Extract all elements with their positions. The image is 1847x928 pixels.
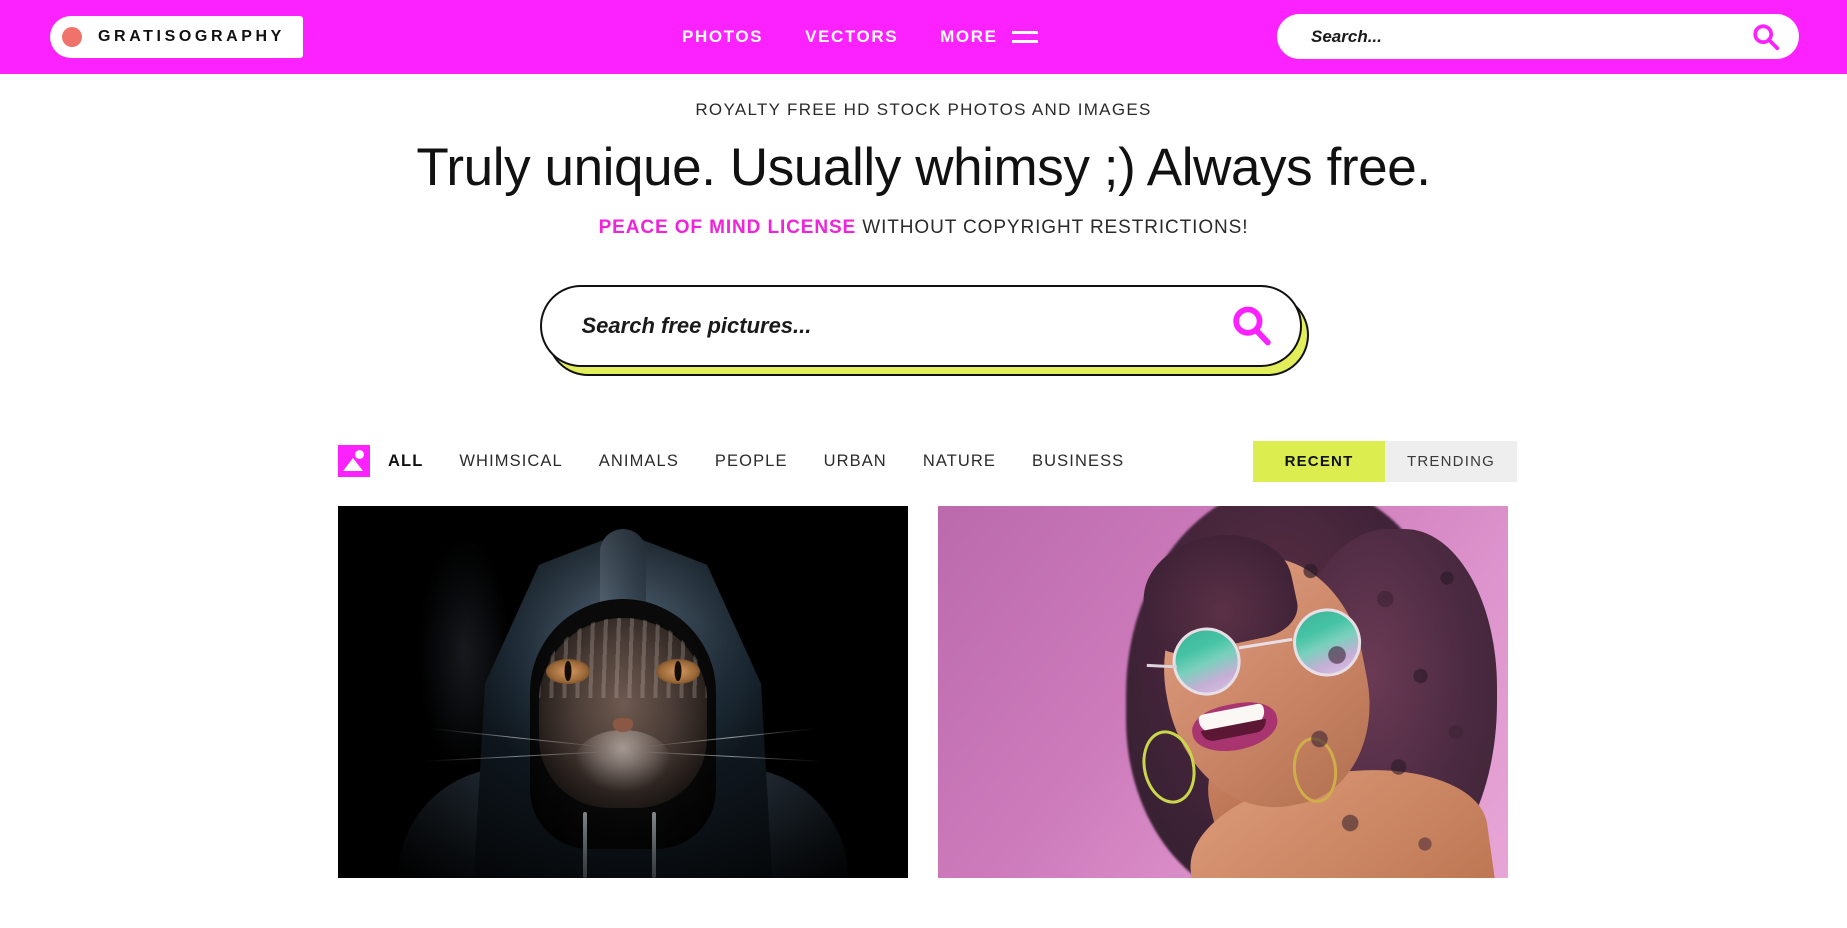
gallery-card-woman-sunglasses[interactable] [938, 506, 1508, 879]
category-whimsical[interactable]: WHIMSICAL [441, 452, 580, 471]
peace-of-mind-license-link[interactable]: PEACE OF MIND LICENSE [599, 217, 856, 238]
nav-item-more-wrap: MORE [940, 27, 1038, 47]
sort-toggle: RECENT TRENDING [1253, 440, 1517, 482]
hero-section: ROYALTY FREE HD STOCK PHOTOS AND IMAGES … [0, 74, 1847, 379]
hero-subtitle-rest: WITHOUT COPYRIGHT RESTRICTIONS! [856, 217, 1249, 239]
hero-search-input[interactable] [581, 313, 1230, 340]
mountain-shape [343, 458, 363, 472]
photo-vignette [338, 506, 908, 879]
category-all[interactable]: ALL [388, 452, 441, 471]
hamburger-bar [1011, 40, 1038, 43]
hero-kicker: ROYALTY FREE HD STOCK PHOTOS AND IMAGES [695, 100, 1152, 119]
logo-dot-icon [62, 27, 82, 47]
category-business[interactable]: BUSINESS [1014, 452, 1142, 471]
site-header: GRATISOGRAPHY PHOTOS VECTORS MORE [0, 0, 1847, 74]
logo-text: GRATISOGRAPHY [98, 28, 285, 45]
sunglasses-left-lens [1167, 622, 1246, 701]
site-logo[interactable]: GRATISOGRAPHY [50, 16, 303, 58]
category-list: ALL WHIMSICAL ANIMALS PEOPLE URBAN NATUR… [338, 445, 1142, 478]
sort-recent-button[interactable]: RECENT [1253, 440, 1385, 482]
page-title: Truly unique. Usually whimsy ;) Always f… [416, 138, 1431, 197]
nav-item-vectors[interactable]: VECTORS [805, 27, 898, 47]
main-navigation: PHOTOS VECTORS MORE [682, 0, 1038, 74]
search-icon[interactable] [1230, 304, 1274, 348]
hero-subtitle: PEACE OF MIND LICENSE WITHOUT COPYRIGHT … [0, 217, 1847, 239]
hair-curls [1270, 536, 1491, 879]
logo-pill: GRATISOGRAPHY [50, 16, 303, 58]
nav-item-more[interactable]: MORE [940, 27, 997, 47]
hamburger-icon[interactable] [1011, 31, 1038, 43]
hamburger-bar [1011, 31, 1038, 34]
sort-trending-button[interactable]: TRENDING [1385, 440, 1517, 482]
header-search-box[interactable] [1277, 14, 1799, 59]
header-search-input[interactable] [1311, 26, 1751, 47]
category-urban[interactable]: URBAN [806, 452, 905, 471]
photo-gallery [0, 506, 1847, 879]
category-people[interactable]: PEOPLE [697, 452, 806, 471]
gallery-card-cat-in-hoodie[interactable] [338, 506, 908, 879]
search-icon[interactable] [1751, 22, 1781, 52]
filter-bar: ALL WHIMSICAL ANIMALS PEOPLE URBAN NATUR… [0, 439, 1847, 483]
hero-search-box[interactable] [539, 285, 1302, 368]
image-photo-icon[interactable] [338, 445, 370, 478]
nav-item-photos[interactable]: PHOTOS [682, 27, 763, 47]
category-nature[interactable]: NATURE [905, 452, 1014, 471]
hero-search-wrapper [539, 285, 1309, 379]
category-animals[interactable]: ANIMALS [581, 452, 697, 471]
